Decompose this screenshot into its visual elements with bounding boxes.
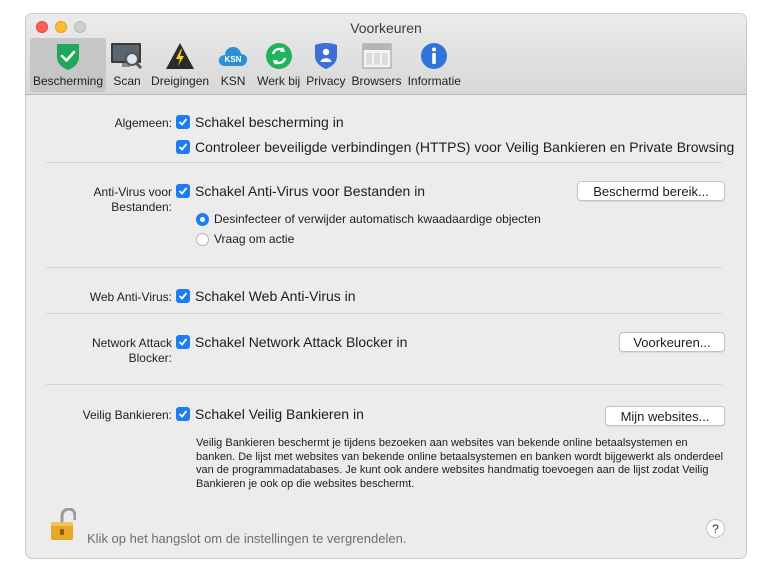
privacy-shield-icon	[308, 40, 344, 72]
checkmark-icon	[176, 184, 190, 198]
checkbox-label: Schakel Anti-Virus voor Bestanden in	[195, 183, 426, 199]
tab-bescherming[interactable]: Bescherming	[30, 38, 107, 92]
update-refresh-icon	[261, 40, 297, 72]
checkmark-icon	[176, 335, 190, 349]
https-check-checkbox[interactable]: Controleer beveiligde verbindingen (HTTP…	[176, 139, 734, 155]
enable-web-antivirus-checkbox[interactable]: Schakel Web Anti-Virus in	[176, 288, 356, 304]
title-bar: Voorkeuren Bescherming Scan Dreigingen K…	[26, 14, 746, 95]
checkbox-label: Schakel Veilig Bankieren in	[195, 406, 364, 422]
tab-label: Dreigingen	[151, 74, 210, 88]
radio-unselected-icon	[196, 232, 209, 246]
svg-text:KSN: KSN	[225, 55, 242, 64]
radio-label: Vraag om actie	[214, 232, 295, 246]
checkbox-label: Schakel bescherming in	[195, 114, 344, 130]
info-icon	[416, 40, 452, 72]
divider	[46, 384, 722, 385]
tab-label: KSN	[220, 74, 246, 88]
tab-dreigingen[interactable]: Dreigingen	[148, 38, 212, 92]
help-button[interactable]: ?	[706, 519, 725, 538]
safe-banking-label: Veilig Bankieren:	[82, 408, 172, 422]
enable-protection-checkbox[interactable]: Schakel bescherming in	[176, 114, 344, 130]
tab-informatie[interactable]: Informatie	[405, 38, 464, 92]
safe-banking-description: Veilig Bankieren beschermt je tijdens be…	[196, 437, 724, 490]
browsers-window-icon	[359, 40, 395, 72]
radio-selected-icon	[196, 212, 209, 226]
checkbox-label: Schakel Network Attack Blocker in	[195, 334, 408, 350]
checkmark-icon	[176, 407, 190, 421]
protected-scope-button[interactable]: Beschermd bereik...	[577, 181, 725, 201]
tab-ksn[interactable]: KSN KSN	[212, 38, 254, 92]
threat-warning-icon	[162, 40, 198, 72]
checkbox-label: Controleer beveiligde verbindingen (HTTP…	[195, 139, 735, 155]
settings-content: Algemeen: Schakel bescherming in Control…	[26, 95, 746, 558]
padlock-icon[interactable]	[50, 507, 77, 547]
algemeen-label: Algemeen:	[114, 116, 172, 130]
ask-action-radio[interactable]: Vraag om actie	[196, 232, 294, 246]
ksn-cloud-icon: KSN	[215, 40, 251, 72]
label-line: Blocker:	[128, 351, 172, 365]
divider	[46, 313, 722, 314]
divider	[46, 267, 722, 268]
tab-browsers[interactable]: Browsers	[349, 38, 405, 92]
checkmark-icon	[176, 289, 190, 303]
preferences-window: Voorkeuren Bescherming Scan Dreigingen K…	[26, 14, 746, 558]
antivirus-label: Anti-Virus voor Bestanden:	[94, 185, 172, 215]
tab-label: Informatie	[407, 74, 461, 88]
label-line: Anti-Virus voor	[93, 185, 172, 199]
tab-label: Werk bij	[257, 74, 301, 88]
disinfect-radio[interactable]: Desinfecteer of verwijder automatisch kw…	[196, 212, 541, 226]
tab-label: Privacy	[306, 74, 346, 88]
checkbox-label: Schakel Web Anti-Virus in	[195, 288, 356, 304]
checkmark-icon	[176, 115, 190, 129]
enable-network-blocker-checkbox[interactable]: Schakel Network Attack Blocker in	[176, 334, 407, 350]
network-blocker-label: Network Attack Blocker:	[92, 336, 172, 366]
network-preferences-button[interactable]: Voorkeuren...	[619, 332, 725, 352]
tab-scan[interactable]: Scan	[106, 38, 148, 92]
tab-werk-bij[interactable]: Werk bij	[254, 38, 303, 92]
checkmark-icon	[176, 140, 190, 154]
preferences-toolbar: Bescherming Scan Dreigingen KSN KSN Werk…	[30, 38, 464, 92]
radio-label: Desinfecteer of verwijder automatisch kw…	[214, 212, 541, 226]
label-line: Bestanden:	[111, 200, 172, 214]
tab-label: Bescherming	[33, 74, 104, 88]
divider	[46, 162, 722, 163]
tab-privacy[interactable]: Privacy	[303, 38, 348, 92]
scan-monitor-icon	[109, 40, 145, 72]
tab-label: Scan	[113, 74, 141, 88]
my-websites-button[interactable]: Mijn websites...	[605, 406, 725, 426]
enable-file-antivirus-checkbox[interactable]: Schakel Anti-Virus voor Bestanden in	[176, 183, 425, 199]
window-title: Voorkeuren	[350, 20, 422, 36]
shield-check-icon	[50, 40, 86, 72]
lock-instruction-text: Klik op het hangslot om de instellingen …	[87, 531, 407, 546]
web-antivirus-label: Web Anti-Virus:	[89, 290, 172, 304]
enable-safe-banking-checkbox[interactable]: Schakel Veilig Bankieren in	[176, 406, 364, 422]
label-line: Network Attack	[91, 336, 172, 350]
tab-label: Browsers	[351, 74, 402, 88]
